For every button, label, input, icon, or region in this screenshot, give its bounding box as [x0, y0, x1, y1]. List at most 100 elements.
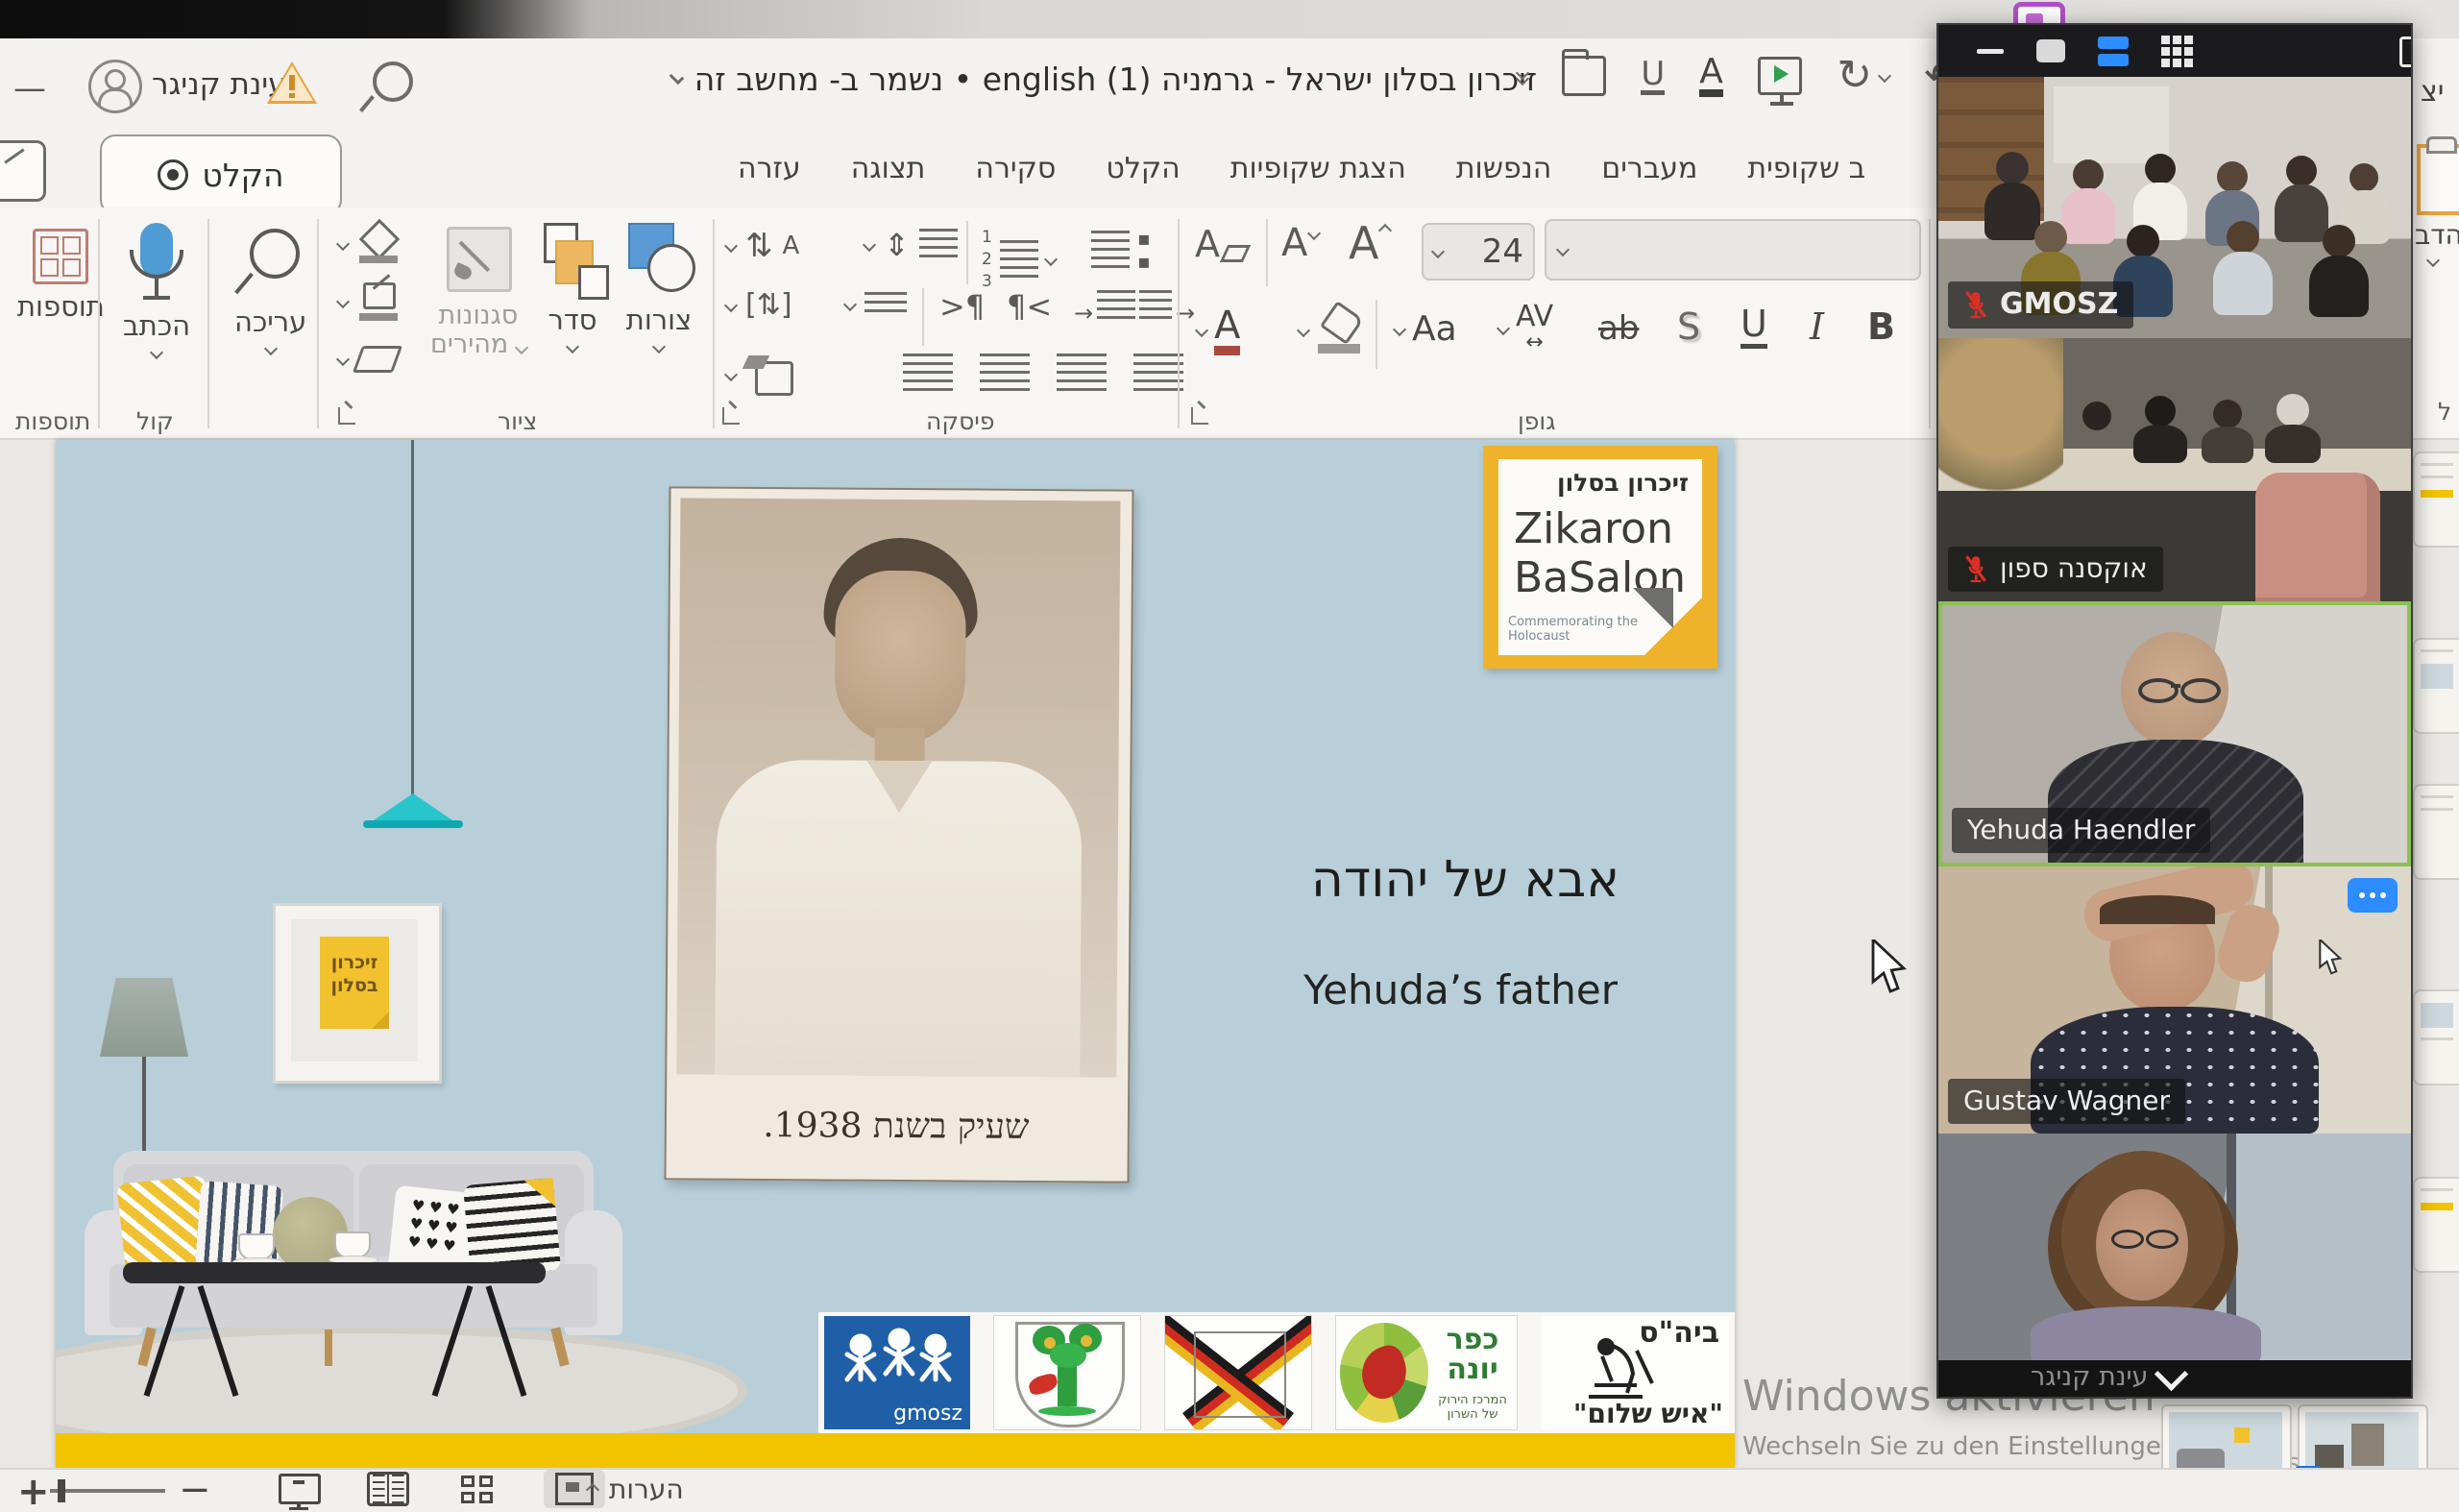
tab-record[interactable]: הקלט: [1081, 152, 1205, 185]
paste-button-partial[interactable]: הדב: [2415, 144, 2459, 269]
change-case-button[interactable]: Aa: [1395, 309, 1457, 349]
zoom-panel[interactable]: GMOSZ אוקסנה ספון: [1936, 23, 2413, 1399]
rtl-paragraph-button[interactable]: ¶<: [1007, 288, 1052, 325]
video-tile-gustav[interactable]: Gustav Wagner: [1938, 866, 2411, 1134]
columns-button[interactable]: [845, 292, 907, 317]
minimize-panel-icon[interactable]: [1977, 49, 2004, 54]
self-name-label: עינת קניגר: [2031, 1362, 2148, 1392]
notes-toggle[interactable]: הערות: [588, 1474, 684, 1505]
zoom-slider-handle[interactable]: [58, 1479, 65, 1502]
portrait-photo[interactable]: שעיק בשנת 1938.: [664, 486, 1133, 1183]
bullet-list-button[interactable]: ▪▪: [1091, 227, 1151, 273]
slide[interactable]: זיכרוןבסלון ♥: [56, 440, 1735, 1468]
thumbnail-pane-edge[interactable]: [2413, 638, 2459, 734]
line-spacing-button[interactable]: ⇕: [864, 227, 958, 263]
editing-button[interactable]: עריכה: [234, 227, 306, 354]
tab-transitions[interactable]: מעברים: [1576, 152, 1722, 185]
avatar[interactable]: [88, 60, 142, 113]
person-einat: [1938, 1134, 2411, 1360]
tab-strip: עזרה תצוגה סקירה הקלט הצגת שקופיות הנפשו…: [713, 134, 1890, 202]
window-minimize-button[interactable]: —: [13, 69, 46, 108]
zoom-slider[interactable]: [50, 1489, 165, 1493]
school-logo: ביה"ס "איש שלום": [1541, 1316, 1729, 1429]
shadow-button[interactable]: S: [1677, 305, 1700, 348]
underline-icon[interactable]: U: [1641, 58, 1665, 95]
align-text-button[interactable]: [⇅]: [726, 288, 792, 322]
comment-button[interactable]: [0, 140, 46, 202]
popout-icon[interactable]: [2399, 37, 2413, 67]
pen-tool[interactable]: [338, 280, 400, 323]
group-divider: [207, 219, 209, 428]
collapse-strip-chevron-icon[interactable]: [2155, 1357, 2188, 1391]
eraser-tool[interactable]: [338, 346, 398, 373]
zikaron-logo-card[interactable]: זיכרון בסלון ZikaronBaSalon Commemoratin…: [1483, 446, 1717, 669]
slideshow-icon[interactable]: [1758, 57, 1802, 95]
participant-name-chip: GMOSZ: [1948, 281, 2133, 329]
thumbnail-pane-edge[interactable]: [2413, 1177, 2459, 1273]
tab-view[interactable]: תצוגה: [826, 152, 951, 185]
search-icon[interactable]: [373, 61, 413, 102]
slide-sorter-view-button[interactable]: [455, 1470, 498, 1508]
draw-dialog-launcher[interactable]: [338, 407, 355, 425]
dictate-button[interactable]: הכתב: [123, 223, 190, 357]
zoom-out-button[interactable]: −: [179, 1468, 211, 1512]
italic-button[interactable]: I: [1810, 305, 1824, 348]
video-tile-oksana[interactable]: אוקסנה ספון: [1938, 338, 2411, 601]
indent-decrease-button[interactable]: →: [1139, 290, 1195, 327]
video-tile-yehuda[interactable]: Yehuda Haendler: [1938, 601, 2411, 866]
text-direction-button[interactable]: ⇅A: [726, 227, 799, 265]
font-dialog-launcher[interactable]: [1191, 407, 1208, 425]
quick-styles-button[interactable]: סגנונותמהירים: [430, 227, 526, 358]
video-tile-einat[interactable]: [1938, 1134, 2411, 1360]
video-tile-gmosz[interactable]: GMOSZ: [1938, 77, 2411, 338]
font-color-icon[interactable]: A: [1699, 55, 1723, 97]
strikethrough-button[interactable]: ab: [1598, 309, 1639, 348]
bold-button[interactable]: B: [1867, 305, 1895, 348]
tab-help[interactable]: עזרה: [713, 152, 826, 185]
slideshow-view-button[interactable]: [279, 1470, 321, 1508]
font-color-button[interactable]: A: [1197, 305, 1240, 355]
slide-heading-hebrew[interactable]: אבא של יהודה: [1311, 851, 1619, 909]
record-button[interactable]: הקלט: [100, 134, 342, 215]
shapes-button[interactable]: צורות: [622, 223, 695, 352]
tab-slideshow[interactable]: הצגת שקופיות: [1205, 152, 1431, 185]
tile-more-button[interactable]: [2348, 878, 2398, 913]
indent-increase-button[interactable]: →: [1074, 290, 1135, 327]
slide-heading-english[interactable]: Yehuda’s father: [1303, 966, 1618, 1013]
decrease-font-button[interactable]: A: [1281, 221, 1319, 265]
thumbnail-pane-edge[interactable]: [2413, 989, 2459, 1085]
ltr-paragraph-button[interactable]: >¶: [939, 288, 985, 325]
underline-button[interactable]: U: [1741, 305, 1767, 349]
increase-font-button[interactable]: A: [1349, 217, 1390, 269]
gallery-view-icon[interactable]: [2161, 36, 2193, 67]
tab-design-partial[interactable]: ב שקופית: [1722, 152, 1890, 185]
fill-tool[interactable]: [338, 223, 400, 265]
smartart-button[interactable]: [726, 355, 791, 394]
tab-animations[interactable]: הנפשות: [1431, 152, 1577, 185]
zoom-in-button[interactable]: +: [17, 1470, 50, 1512]
speaker-view-icon[interactable]: [2036, 39, 2065, 62]
zoom-panel-header: [1938, 25, 2413, 77]
arrange-button[interactable]: סדר: [538, 223, 607, 352]
font-size-box[interactable]: 24: [1422, 223, 1535, 280]
participant-name-chip: Gustav Wagner: [1948, 1079, 2185, 1124]
paragraph-dialog-launcher[interactable]: [722, 407, 740, 425]
warning-icon[interactable]: [267, 61, 317, 104]
open-folder-icon[interactable]: [1562, 56, 1606, 96]
thumbnail-pane-edge[interactable]: [2413, 784, 2459, 880]
alignment-buttons[interactable]: [903, 354, 1183, 396]
numbered-list-button[interactable]: 123: [982, 227, 1056, 293]
customize-qat-icon[interactable]: [1518, 68, 1527, 84]
tab-review[interactable]: סקירה: [950, 152, 1081, 185]
char-spacing-button[interactable]: AV↔: [1498, 305, 1553, 352]
font-name-box[interactable]: [1545, 219, 1921, 280]
addins-button[interactable]: תוספות: [17, 229, 105, 323]
thumbnail-pane-edge[interactable]: [2413, 451, 2459, 548]
zikaron-logo-hebrew: זיכרון בסלון: [1557, 469, 1689, 497]
stacked-view-icon[interactable]: [2098, 37, 2129, 66]
clear-formatting-button[interactable]: A: [1195, 223, 1247, 265]
sticker-note: זיכרוןבסלון: [320, 937, 389, 1029]
redo-icon[interactable]: ↻: [1837, 55, 1889, 97]
reading-view-button[interactable]: [367, 1470, 409, 1508]
highlighter-button[interactable]: [1299, 305, 1362, 355]
